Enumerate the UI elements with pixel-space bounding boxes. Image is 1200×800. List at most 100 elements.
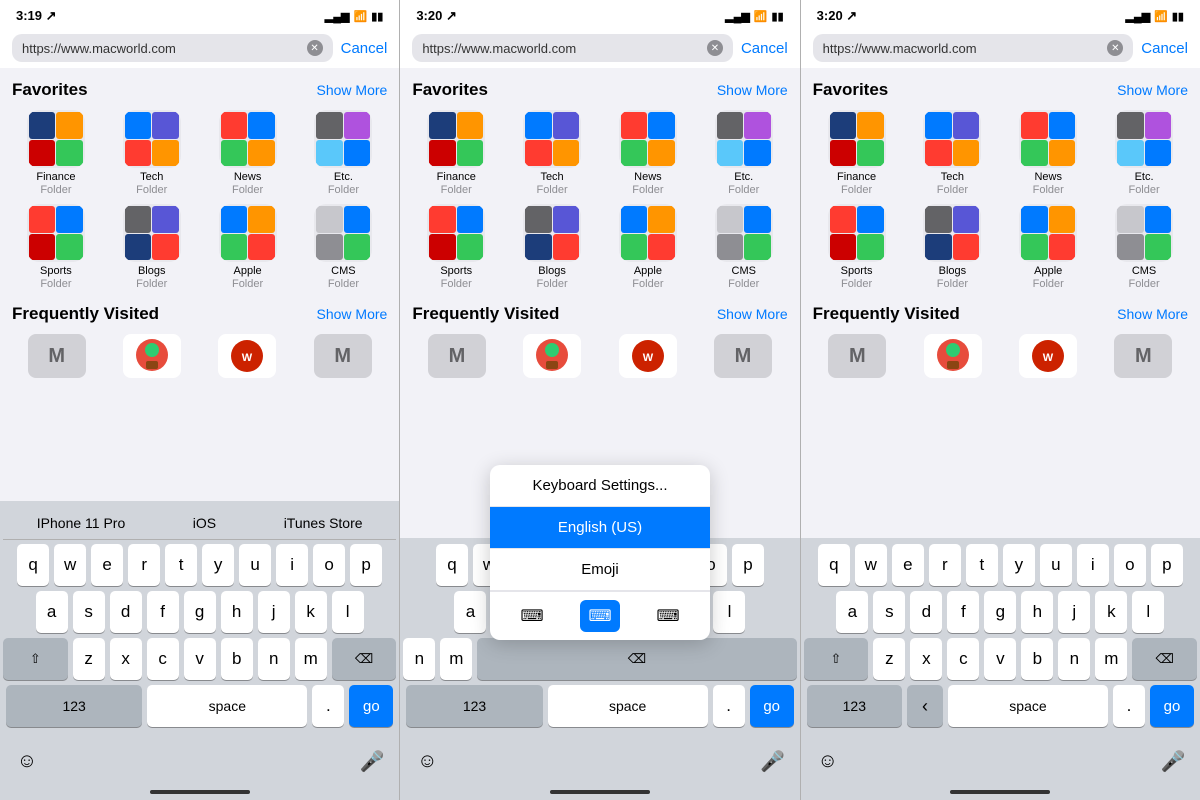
key-d-1[interactable]: d bbox=[110, 591, 142, 633]
key-c-1[interactable]: c bbox=[147, 638, 179, 680]
folder-etc-1[interactable]: Etc. Folder bbox=[299, 110, 387, 196]
key-n-3[interactable]: n bbox=[1058, 638, 1090, 680]
key-o-1[interactable]: o bbox=[313, 544, 345, 586]
mic-key-3[interactable]: 🎤 bbox=[1157, 740, 1189, 782]
key-i-3[interactable]: i bbox=[1077, 544, 1109, 586]
url-field-3[interactable]: https://www.macworld.com ✕ bbox=[813, 34, 1134, 62]
key-z-1[interactable]: z bbox=[73, 638, 105, 680]
key-e-1[interactable]: e bbox=[91, 544, 123, 586]
key-p-2[interactable]: p bbox=[732, 544, 764, 586]
folder-etc-2[interactable]: Etc. Folder bbox=[700, 110, 788, 196]
key-s-1[interactable]: s bbox=[73, 591, 105, 633]
folder-news-1[interactable]: News Folder bbox=[204, 110, 292, 196]
cancel-button-1[interactable]: Cancel bbox=[341, 40, 388, 57]
key-o-3[interactable]: o bbox=[1114, 544, 1146, 586]
folder-cms-2[interactable]: CMS Folder bbox=[700, 204, 788, 290]
freq-item-2-2[interactable] bbox=[508, 334, 597, 378]
suggestion-3[interactable]: iTunes Store bbox=[276, 513, 371, 533]
key-l-3[interactable]: l bbox=[1132, 591, 1164, 633]
key-i-1[interactable]: i bbox=[276, 544, 308, 586]
key-w-1[interactable]: w bbox=[54, 544, 86, 586]
freq-item-3-3[interactable]: W bbox=[1003, 334, 1092, 378]
key-a-3[interactable]: a bbox=[836, 591, 868, 633]
suggestion-2[interactable]: iOS bbox=[185, 513, 224, 533]
key-q-3[interactable]: q bbox=[818, 544, 850, 586]
key-space-2[interactable]: space bbox=[548, 685, 708, 727]
key-x-1[interactable]: x bbox=[110, 638, 142, 680]
key-p-1[interactable]: p bbox=[350, 544, 382, 586]
popup-emoji[interactable]: Emoji bbox=[490, 549, 710, 591]
key-u-3[interactable]: u bbox=[1040, 544, 1072, 586]
popup-keyboard-settings[interactable]: Keyboard Settings... bbox=[490, 465, 710, 507]
key-y-3[interactable]: y bbox=[1003, 544, 1035, 586]
key-delete-1[interactable]: ⌫ bbox=[332, 638, 397, 680]
freq-item-3-1[interactable]: M bbox=[813, 334, 902, 378]
key-u-1[interactable]: u bbox=[239, 544, 271, 586]
key-m-1[interactable]: m bbox=[295, 638, 327, 680]
url-clear-1[interactable]: ✕ bbox=[307, 40, 323, 56]
key-g-3[interactable]: g bbox=[984, 591, 1016, 633]
key-dot-1[interactable]: . bbox=[312, 685, 344, 727]
mic-key-1[interactable]: 🎤 bbox=[356, 740, 388, 782]
key-shift-3[interactable]: ⇧ bbox=[804, 638, 869, 680]
freq-item-3-2[interactable] bbox=[908, 334, 997, 378]
folder-finance-3[interactable]: Finance Folder bbox=[813, 110, 901, 196]
key-z-3[interactable]: z bbox=[873, 638, 905, 680]
url-clear-2[interactable]: ✕ bbox=[707, 40, 723, 56]
key-v-1[interactable]: v bbox=[184, 638, 216, 680]
key-delete-3[interactable]: ⌫ bbox=[1132, 638, 1197, 680]
key-a-2[interactable]: a bbox=[454, 591, 486, 633]
folder-blogs-1[interactable]: Blogs Folder bbox=[108, 204, 196, 290]
folder-blogs-2[interactable]: Blogs Folder bbox=[508, 204, 596, 290]
key-f-1[interactable]: f bbox=[147, 591, 179, 633]
folder-sports-2[interactable]: Sports Folder bbox=[412, 204, 500, 290]
key-r-1[interactable]: r bbox=[128, 544, 160, 586]
key-h-1[interactable]: h bbox=[221, 591, 253, 633]
freq-item-3[interactable]: W bbox=[203, 334, 292, 378]
key-l-1[interactable]: l bbox=[332, 591, 364, 633]
key-q-1[interactable]: q bbox=[17, 544, 49, 586]
folder-news-3[interactable]: News Folder bbox=[1004, 110, 1092, 196]
key-space-3[interactable]: space bbox=[948, 685, 1108, 727]
freq-item-2-3[interactable]: W bbox=[603, 334, 692, 378]
url-field-2[interactable]: https://www.macworld.com ✕ bbox=[412, 34, 733, 62]
folder-sports-3[interactable]: Sports Folder bbox=[813, 204, 901, 290]
url-clear-3[interactable]: ✕ bbox=[1107, 40, 1123, 56]
freq-item-3-4[interactable]: M bbox=[1099, 334, 1188, 378]
key-n-1[interactable]: n bbox=[258, 638, 290, 680]
key-b-3[interactable]: b bbox=[1021, 638, 1053, 680]
key-f-3[interactable]: f bbox=[947, 591, 979, 633]
cancel-button-2[interactable]: Cancel bbox=[741, 40, 788, 57]
folder-tech-2[interactable]: Tech Folder bbox=[508, 110, 596, 196]
show-more-freq-2[interactable]: Show More bbox=[717, 306, 788, 322]
key-go-2[interactable]: go bbox=[750, 685, 794, 727]
key-dot-3[interactable]: . bbox=[1113, 685, 1145, 727]
key-t-3[interactable]: t bbox=[966, 544, 998, 586]
mic-key-2[interactable]: 🎤 bbox=[757, 740, 789, 782]
key-k-3[interactable]: k bbox=[1095, 591, 1127, 633]
key-c-3[interactable]: c bbox=[947, 638, 979, 680]
key-d-3[interactable]: d bbox=[910, 591, 942, 633]
freq-item-2-1[interactable]: M bbox=[412, 334, 501, 378]
key-j-1[interactable]: j bbox=[258, 591, 290, 633]
url-field-1[interactable]: https://www.macworld.com ✕ bbox=[12, 34, 333, 62]
key-m-2[interactable]: m bbox=[440, 638, 472, 680]
key-num-3[interactable]: 123 bbox=[807, 685, 902, 727]
key-r-3[interactable]: r bbox=[929, 544, 961, 586]
popup-kbd-center[interactable]: ⌨ bbox=[580, 600, 620, 632]
suggestion-1[interactable]: IPhone 11 Pro bbox=[29, 513, 133, 533]
emoji-key-1[interactable]: ☺ bbox=[11, 740, 43, 782]
key-j-3[interactable]: j bbox=[1058, 591, 1090, 633]
key-e-3[interactable]: e bbox=[892, 544, 924, 586]
show-more-freq-1[interactable]: Show More bbox=[317, 306, 388, 322]
folder-blogs-3[interactable]: Blogs Folder bbox=[908, 204, 996, 290]
key-p-3[interactable]: p bbox=[1151, 544, 1183, 586]
popup-kbd-right[interactable]: ⌨ bbox=[648, 600, 688, 632]
key-chevron-3[interactable]: ‹ bbox=[907, 685, 943, 727]
key-q-2[interactable]: q bbox=[436, 544, 468, 586]
folder-cms-1[interactable]: CMS Folder bbox=[299, 204, 387, 290]
key-k-1[interactable]: k bbox=[295, 591, 327, 633]
key-delete-2[interactable]: ⌫ bbox=[477, 638, 796, 680]
folder-news-2[interactable]: News Folder bbox=[604, 110, 692, 196]
key-a-1[interactable]: a bbox=[36, 591, 68, 633]
